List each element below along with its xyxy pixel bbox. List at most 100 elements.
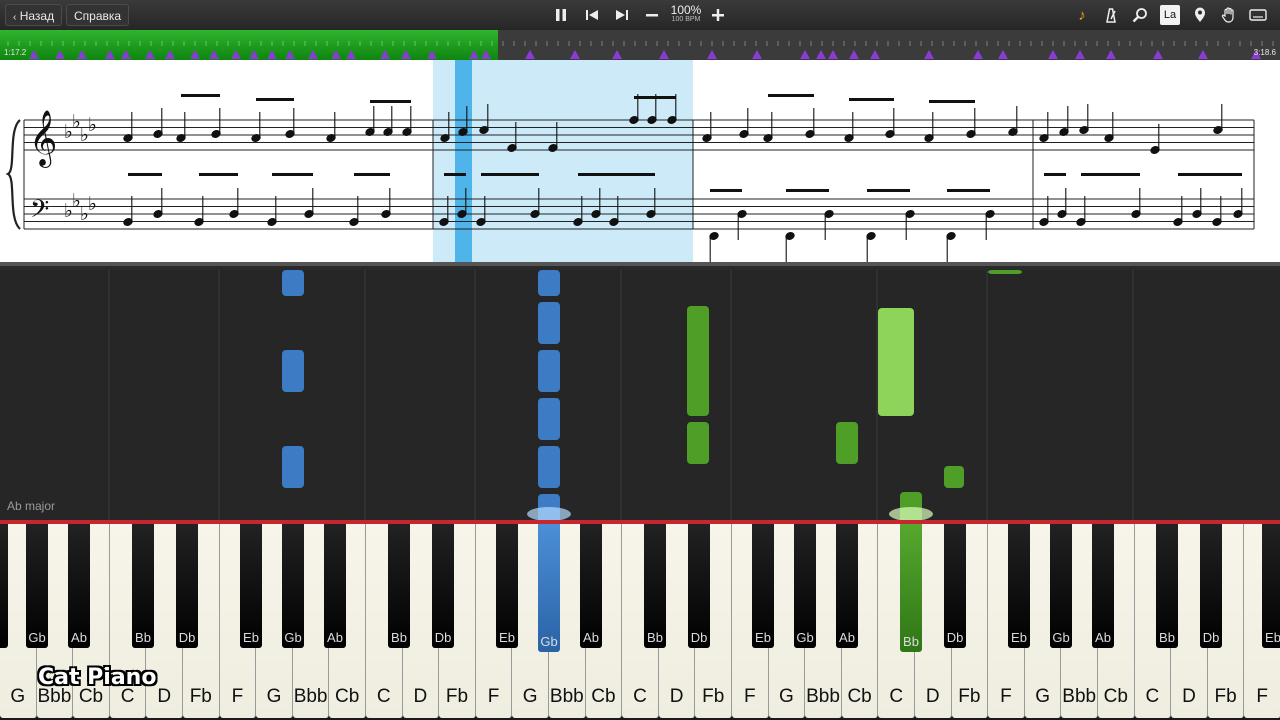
keyboard-icon[interactable] <box>1248 5 1268 25</box>
bass-key-signature: ♭ ♭♭ ♭ <box>64 190 97 225</box>
note-beam <box>370 100 411 103</box>
timeline-marker <box>612 50 622 59</box>
black-key[interactable]: Bb <box>644 524 666 648</box>
falling-note <box>538 302 560 344</box>
black-key[interactable]: Bb <box>1156 524 1178 648</box>
black-key[interactable]: Gb <box>26 524 48 648</box>
top-toolbar: ‹ Назад Справка 100% 100 BPM ♪ La <box>0 0 1280 30</box>
sheet-music[interactable]: 𝄞 𝄢 ♭ ♭ ♭ ♭ ♭ ♭ ♭ ♭ <box>0 60 1280 266</box>
timeline-marker <box>346 50 356 59</box>
note-labels-badge: La <box>1163 9 1177 21</box>
note-labels-icon[interactable]: La <box>1160 5 1180 25</box>
black-key[interactable]: Db <box>944 524 966 648</box>
help-button-label: Справка <box>74 9 122 23</box>
white-key-label: C <box>889 686 904 707</box>
falling-note <box>687 422 709 464</box>
pause-icon[interactable] <box>551 5 571 25</box>
score: 𝄞 𝄢 ♭ ♭♭ ♭ ♭ ♭♭ ♭ <box>5 60 1255 262</box>
black-key[interactable]: Ab <box>68 524 90 648</box>
black-key[interactable]: Bb <box>132 524 154 648</box>
total-time: 3:18.6 <box>1253 48 1276 57</box>
black-key[interactable]: Ab <box>324 524 346 648</box>
marker-icon[interactable] <box>1190 5 1210 25</box>
black-key[interactable]: Bb <box>900 524 922 652</box>
note-beam <box>578 173 655 176</box>
key-hit-glow <box>889 507 933 520</box>
falling-note <box>538 350 560 392</box>
falling-note <box>988 270 1022 274</box>
black-key[interactable]: Db <box>432 524 454 648</box>
black-key[interactable]: Db <box>176 524 198 648</box>
black-key[interactable]: Gb <box>794 524 816 648</box>
note-beam <box>354 173 390 176</box>
svg-text:♭: ♭ <box>88 114 97 136</box>
black-key[interactable]: Db <box>688 524 710 648</box>
black-key-label: Db <box>178 630 196 645</box>
black-key[interactable]: Gb <box>538 524 560 652</box>
falling-note <box>538 270 560 296</box>
black-key[interactable]: Ab <box>580 524 602 648</box>
black-key[interactable]: Gb <box>1050 524 1072 648</box>
synthesia-player: ‹ Назад Справка 100% 100 BPM ♪ La 1:17.2… <box>0 0 1280 720</box>
zoom-in-icon[interactable] <box>708 5 728 25</box>
white-key-label: Cb <box>1103 686 1128 707</box>
timeline-markers <box>7 41 1274 59</box>
white-key-label: Cb <box>591 686 616 707</box>
white-key-label: C <box>633 686 647 707</box>
black-key[interactable]: Eb <box>1008 524 1030 648</box>
note-beam <box>634 96 676 99</box>
white-key-label: D <box>1182 686 1196 707</box>
black-key-label: Db <box>690 630 708 645</box>
black-key-label: Eb <box>755 630 771 645</box>
black-key[interactable]: Eb <box>1262 524 1280 648</box>
white-key-label: Fb <box>189 686 212 707</box>
skip-forward-icon[interactable] <box>612 5 632 25</box>
black-key-label: Db <box>946 630 964 645</box>
white-key-label: F <box>487 686 500 707</box>
falling-notes-area: Ab major <box>0 270 1280 520</box>
black-key-label: Ab <box>583 630 599 645</box>
black-key[interactable]: Gb <box>282 524 304 648</box>
note-roll <box>108 270 1134 520</box>
tempo-display[interactable]: 100% 100 BPM <box>666 4 706 23</box>
help-button[interactable]: Справка <box>66 4 130 26</box>
svg-text:♭: ♭ <box>88 193 97 215</box>
white-key-label: Bbb <box>1062 686 1097 707</box>
note-beam <box>1178 173 1242 176</box>
timeline-marker <box>481 50 491 59</box>
metronome-icon[interactable] <box>1101 5 1121 25</box>
magnifier-icon[interactable] <box>1130 5 1150 25</box>
black-key[interactable]: Bb <box>388 524 410 648</box>
timeline-marker <box>285 50 295 59</box>
black-key[interactable]: Db <box>1200 524 1222 648</box>
piano-keyboard[interactable]: G Bbb Cb C D Fb F G Bbb Cb C D Fb F G Bbb Cb C D Fb F G Bbb Cb C… <box>0 520 1280 720</box>
timeline-marker <box>165 50 175 59</box>
black-key-label: Ab <box>327 630 343 645</box>
timeline-marker <box>469 50 479 59</box>
note-beam <box>867 189 910 192</box>
white-key-label: F <box>743 686 756 707</box>
white-key-label: C <box>1145 686 1160 707</box>
hand-icon[interactable] <box>1219 5 1239 25</box>
black-key-label: Gb <box>28 630 46 645</box>
black-key[interactable] <box>0 524 8 648</box>
falling-note <box>687 306 709 416</box>
note-beam <box>710 189 742 192</box>
white-key-label: Cb <box>335 686 360 707</box>
timeline-marker <box>707 50 717 59</box>
zoom-out-icon[interactable] <box>642 5 662 25</box>
black-key[interactable]: Eb <box>752 524 774 648</box>
note-icon[interactable]: ♪ <box>1072 5 1092 25</box>
grand-staff-brace <box>5 119 21 230</box>
note-beam <box>786 189 829 192</box>
song-timeline[interactable]: 1:17.2 3:18.6 <box>0 30 1280 60</box>
back-button[interactable]: ‹ Назад <box>5 4 63 26</box>
black-key[interactable]: Ab <box>836 524 858 648</box>
black-key[interactable]: Ab <box>1092 524 1114 648</box>
zoom-percent: 100% <box>670 3 702 17</box>
skip-back-icon[interactable] <box>582 5 602 25</box>
black-key[interactable]: Eb <box>240 524 262 648</box>
black-key-label: Ab <box>71 630 87 645</box>
bpm-label: 100 BPM <box>671 16 701 23</box>
black-key[interactable]: Eb <box>496 524 518 648</box>
